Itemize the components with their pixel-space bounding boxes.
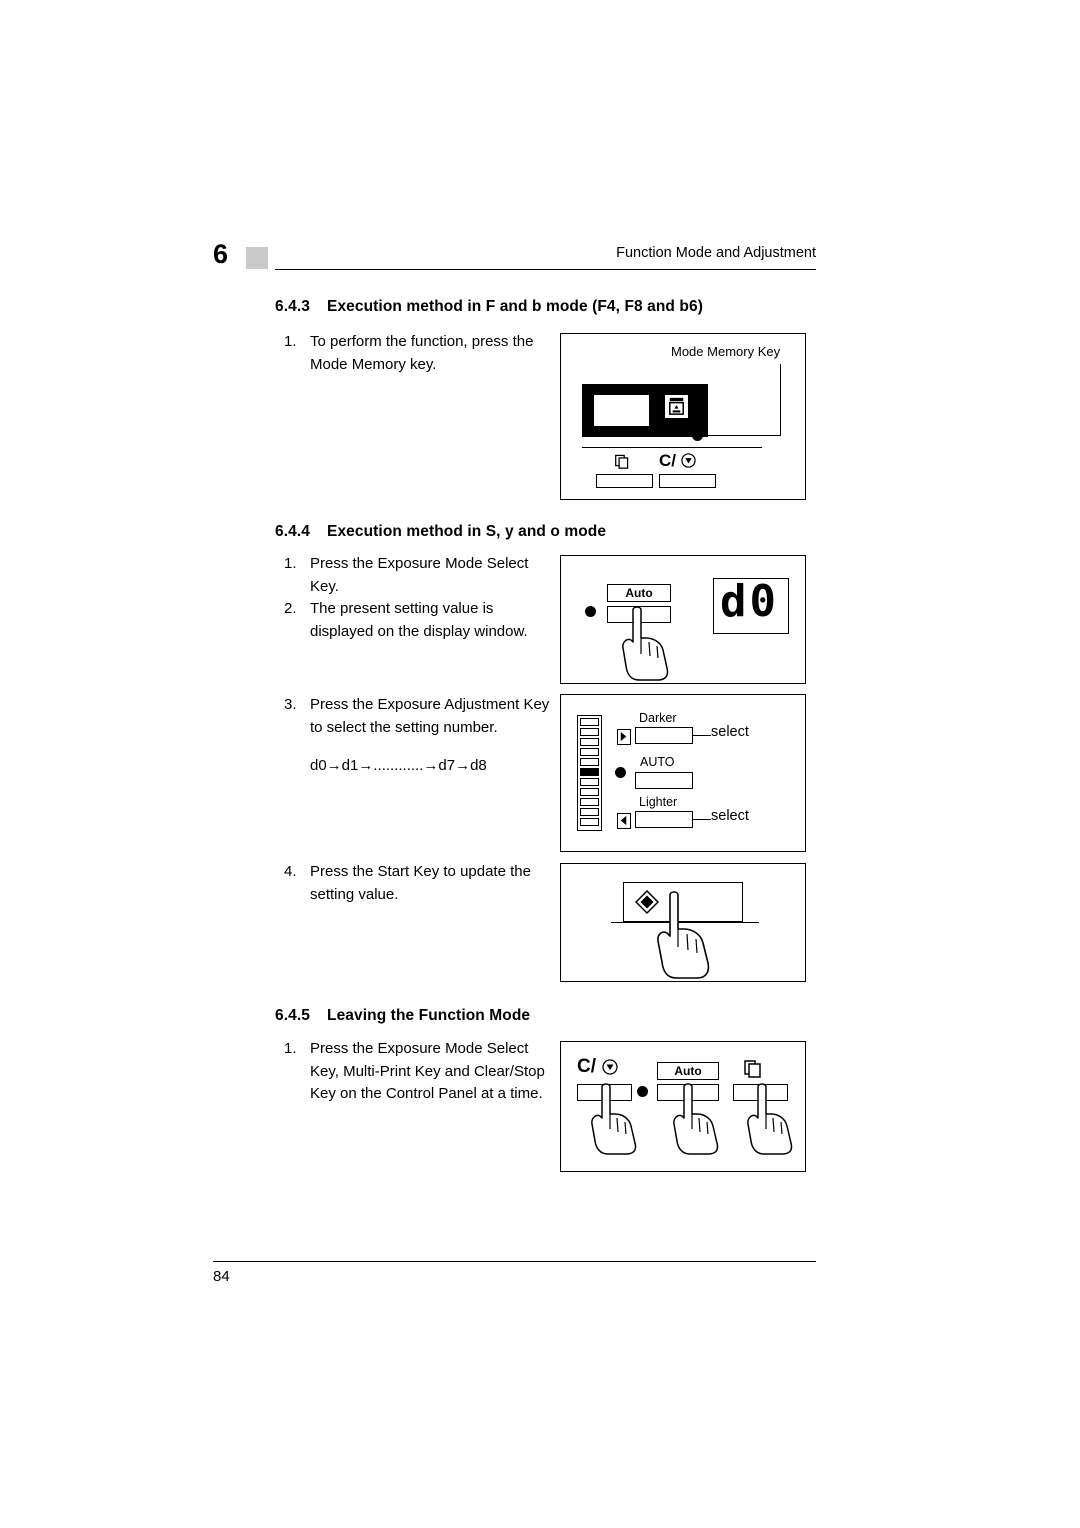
mode-memory-icon[interactable] xyxy=(664,394,689,419)
select-label-bottom: select xyxy=(711,808,749,824)
setting-sequence: d0→d1→............→d7→d8 xyxy=(310,757,487,774)
step-text: Press the Exposure Adjustment Key to sel… xyxy=(310,696,550,736)
exposure-select-dot[interactable] xyxy=(585,606,596,617)
callout-leader-vertical xyxy=(780,364,782,436)
step-number: 1. xyxy=(284,555,297,572)
step-644-4: 4. Press the Start Key to update the set… xyxy=(284,861,552,906)
page-header: 6 Function Mode and Adjustment xyxy=(213,239,816,275)
figure-exposure-adjust: Darker select AUTO Lighter select xyxy=(560,694,806,852)
section-heading-645: 6.4.5 Leaving the Function Mode xyxy=(275,1007,530,1025)
clear-stop-key[interactable] xyxy=(659,474,716,488)
section-heading-643: 6.4.3 Execution method in F and b mode (F… xyxy=(275,298,703,316)
figure-leaving-mode: C/ Auto xyxy=(560,1041,806,1172)
hand-pointer-icon xyxy=(673,1083,719,1155)
display-window-panel: d0 xyxy=(713,576,789,634)
step-number: 4. xyxy=(284,863,297,880)
lighter-select-leader xyxy=(693,819,711,821)
panel-divider xyxy=(582,447,762,449)
footer-divider xyxy=(213,1261,816,1262)
hand-pointer-icon xyxy=(747,1083,793,1155)
auto-key[interactable] xyxy=(635,772,693,789)
step-text: To perform the function, press the Mode … xyxy=(310,333,534,373)
step-643-1: 1. To perform the function, press the Mo… xyxy=(284,331,549,376)
clear-stop-label: C/ xyxy=(577,1056,596,1077)
clear-stop-icon[interactable] xyxy=(602,1059,618,1080)
step-number: 1. xyxy=(284,1040,297,1057)
section-number-644: 6.4.4 xyxy=(275,523,310,540)
display-window xyxy=(593,394,650,427)
auto-label: AUTO xyxy=(640,755,675,769)
auto-indicator: Auto xyxy=(657,1062,719,1080)
hand-pointer-icon xyxy=(657,891,710,979)
page-number: 84 xyxy=(213,1268,230,1285)
section-title-644: Execution method in S, y and o mode xyxy=(327,523,607,540)
figure-start-key xyxy=(560,863,806,982)
auto-indicator: Auto xyxy=(607,584,671,602)
multi-print-icon[interactable] xyxy=(743,1058,763,1083)
select-label-top: select xyxy=(711,724,749,740)
section-number-643: 6.4.3 xyxy=(275,298,310,315)
step-text: Press the Exposure Mode Select Key, Mult… xyxy=(310,1040,545,1102)
display-value: d0 xyxy=(720,576,779,627)
chapter-marker-bar xyxy=(246,247,268,269)
exposure-select-dot[interactable] xyxy=(637,1086,648,1097)
clear-stop-icon[interactable] xyxy=(681,453,696,473)
lighter-label: Lighter xyxy=(639,795,678,809)
step-644-2: 2. The present setting value is displaye… xyxy=(284,598,552,643)
darker-select-leader xyxy=(693,735,711,737)
figure-mode-memory: Mode Memory Key C/ xyxy=(560,333,806,500)
callout-leader-horizontal xyxy=(698,435,781,437)
darker-arrow-icon xyxy=(617,729,631,745)
step-text: Press the Start Key to update the settin… xyxy=(310,863,531,903)
hand-pointer-icon xyxy=(622,606,669,681)
section-title-643: Execution method in F and b mode (F4, F8… xyxy=(327,298,703,315)
exposure-level-bar xyxy=(577,715,602,831)
header-title: Function Mode and Adjustment xyxy=(616,245,816,261)
step-645-1: 1. Press the Exposure Mode Select Key, M… xyxy=(284,1038,552,1106)
darker-key[interactable] xyxy=(635,727,693,744)
multi-print-icon[interactable] xyxy=(614,452,631,474)
darker-label: Darker xyxy=(639,711,677,725)
chapter-number: 6 xyxy=(213,239,229,269)
figure-exposure-select: Auto d0 xyxy=(560,555,806,684)
step-number: 3. xyxy=(284,696,297,713)
mode-memory-callout: Mode Memory Key xyxy=(671,344,781,359)
step-644-1: 1. Press the Exposure Mode Select Key. xyxy=(284,553,552,598)
step-number: 1. xyxy=(284,333,297,350)
step-text: Press the Exposure Mode Select Key. xyxy=(310,555,529,595)
section-title-645: Leaving the Function Mode xyxy=(327,1007,531,1024)
manual-page: 6 Function Mode and Adjustment 6.4.3 Exec… xyxy=(0,0,1080,1528)
clear-stop-label: C/ xyxy=(659,451,676,470)
step-number: 2. xyxy=(284,600,297,617)
section-number-645: 6.4.5 xyxy=(275,1007,310,1024)
multi-print-key[interactable] xyxy=(596,474,653,488)
section-heading-644: 6.4.4 Execution method in S, y and o mode xyxy=(275,523,606,541)
auto-label: Auto xyxy=(674,1064,702,1078)
step-text: The present setting value is displayed o… xyxy=(310,600,528,640)
auto-dot[interactable] xyxy=(615,767,626,778)
lighter-arrow-icon xyxy=(617,813,631,829)
header-divider xyxy=(275,269,816,270)
step-644-3: 3. Press the Exposure Adjustment Key to … xyxy=(284,694,552,739)
auto-label: Auto xyxy=(625,586,653,600)
lighter-key[interactable] xyxy=(635,811,693,828)
